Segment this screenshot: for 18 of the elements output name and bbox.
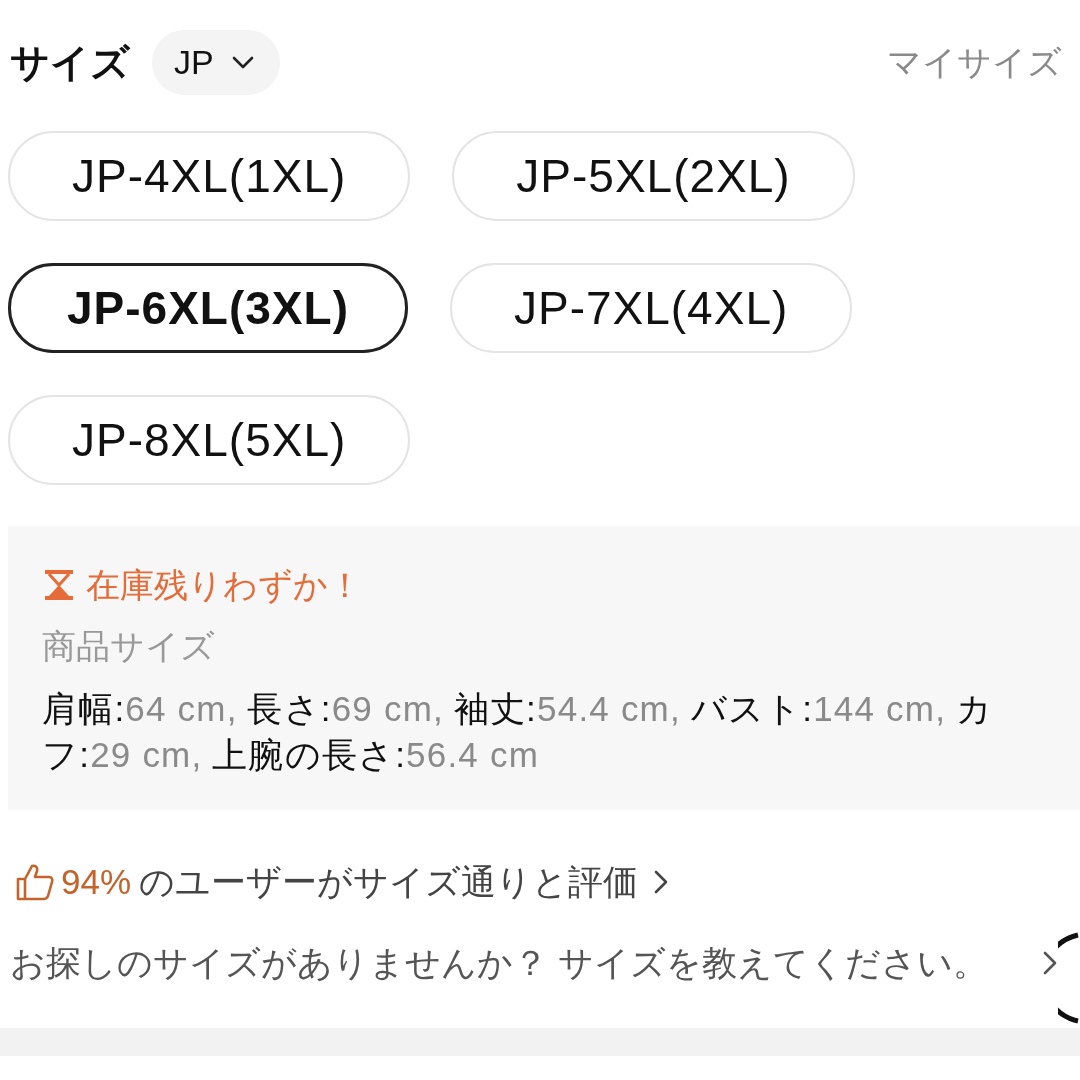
section-title: 商品サイズ (42, 626, 216, 667)
chevron-right-icon (654, 870, 669, 894)
size-measurements-text: 肩幅:64 cm, 長さ:69 cm, 袖丈:54.4 cm, バスト:144 cm, カ フ:29 cm, 上腕の長さ:56.4 cm (42, 688, 995, 776)
fit-rating-link[interactable]: 94% のユーザーがサイズ通りと評価 (15, 859, 669, 905)
size-heading: サイズ (10, 40, 130, 86)
hourglass-icon (42, 568, 76, 602)
low-stock-warning: 在庫残りわずか！ (86, 565, 362, 606)
chevron-right-icon (1043, 951, 1057, 975)
size-request-link[interactable]: お探しのサイズがありませんか？ サイズを教えてください。 (10, 940, 1057, 986)
thumbs-up-icon (15, 863, 55, 901)
chevron-down-icon (231, 56, 254, 69)
circle-outline-icon (1058, 932, 1080, 1024)
size-option-button[interactable]: JP-5XL(2XL) (452, 131, 855, 221)
size-option-button[interactable]: JP-8XL(5XL) (8, 395, 411, 485)
size-option-button[interactable]: JP-4XL(1XL) (8, 131, 411, 221)
size-option-button[interactable]: JP-6XL(3XL) (8, 263, 408, 353)
size-option-button[interactable]: JP-7XL(4XL) (449, 263, 853, 353)
region-dropdown[interactable]: JP (152, 30, 280, 95)
